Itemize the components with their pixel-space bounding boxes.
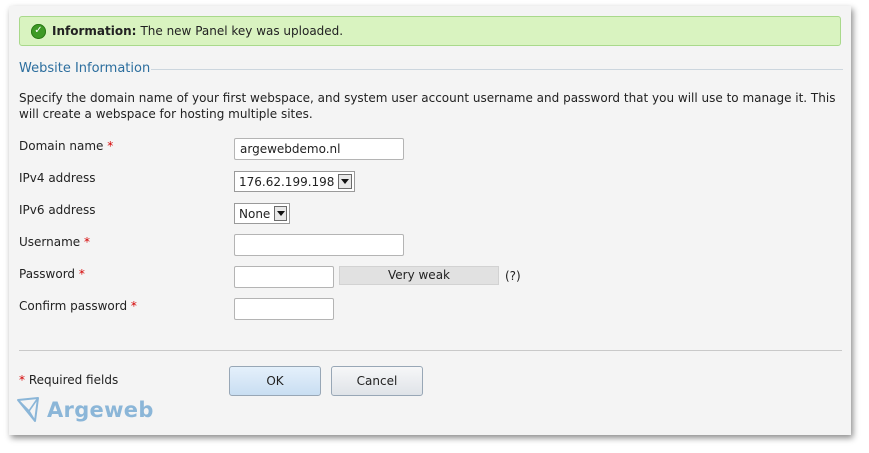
ipv4-select[interactable]: 176.62.199.198 (234, 171, 355, 192)
password-input[interactable] (234, 266, 334, 288)
confirm-password-label-text: Confirm password (19, 299, 128, 313)
info-message: ✓ Information: The new Panel key was upl… (19, 16, 841, 46)
required-mark: * (130, 299, 137, 313)
username-label-text: Username (19, 235, 81, 249)
username-label: Username * (19, 235, 90, 249)
section-description: Specify the domain name of your first we… (19, 91, 836, 121)
check-icon: ✓ (31, 23, 46, 39)
section-divider (151, 69, 843, 70)
chevron-down-icon[interactable] (274, 206, 287, 221)
username-input[interactable] (234, 234, 404, 256)
domain-label-text: Domain name (19, 139, 104, 153)
info-message-label: Information: (52, 24, 137, 38)
info-message-text: The new Panel key was uploaded. (140, 24, 344, 38)
required-fields-note: * Required fields (19, 373, 118, 387)
domain-input[interactable] (234, 138, 404, 160)
confirm-password-label: Confirm password * (19, 299, 137, 313)
ipv6-label: IPv6 address (19, 203, 96, 217)
domain-label: Domain name * (19, 139, 113, 153)
argeweb-logo-icon (17, 397, 39, 422)
confirm-password-input[interactable] (234, 298, 334, 320)
ipv6-select[interactable]: None (234, 203, 290, 224)
form-divider (19, 350, 842, 351)
required-mark: * (84, 235, 90, 249)
section-title: Website Information (19, 61, 151, 76)
password-strength-meter: Very weak (339, 266, 499, 285)
ipv4-label: IPv4 address (19, 171, 96, 185)
chevron-down-icon[interactable] (338, 174, 352, 189)
ipv6-selected: None (239, 206, 271, 221)
password-help-link[interactable]: (?) (505, 269, 521, 283)
setup-panel: ✓ Information: The new Panel key was upl… (9, 6, 851, 435)
required-mark: * (78, 267, 85, 281)
required-fields-text: Required fields (28, 373, 119, 387)
password-label: Password * (19, 267, 85, 281)
ok-button[interactable]: OK (229, 366, 321, 396)
password-label-text: Password (19, 267, 76, 281)
argeweb-logo: Argeweb (15, 396, 154, 424)
required-mark: * (19, 373, 25, 387)
required-mark: * (107, 139, 114, 153)
logo-text: Argeweb (47, 398, 154, 422)
cancel-button[interactable]: Cancel (331, 366, 423, 396)
ipv4-selected: 176.62.199.198 (239, 174, 335, 189)
